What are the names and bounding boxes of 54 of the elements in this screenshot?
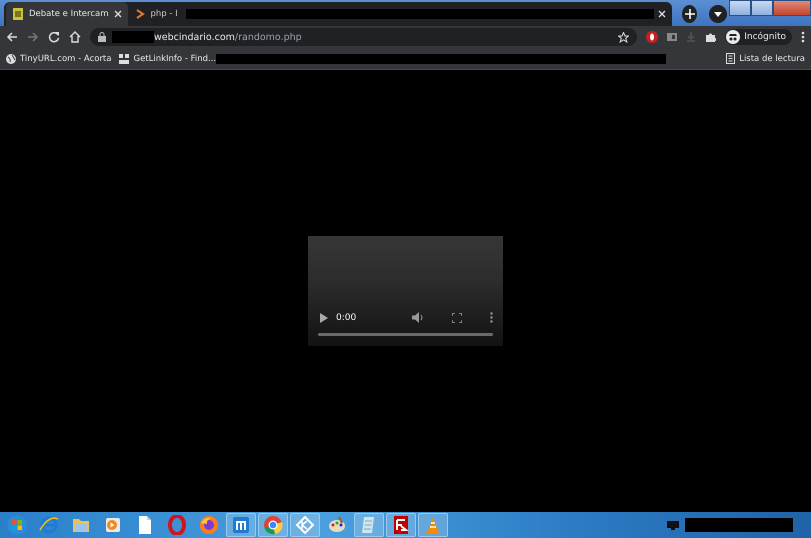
media-player-icon	[103, 515, 123, 535]
puzzle-icon[interactable]	[705, 32, 716, 42]
incognito-icon	[726, 30, 740, 44]
bookmark[interactable]: TinyURL.com - Acorta	[6, 54, 112, 64]
chrome-icon	[263, 515, 283, 535]
close-icon[interactable]	[658, 10, 666, 18]
star-icon[interactable]	[618, 32, 630, 42]
palette-icon	[327, 515, 347, 535]
new-tab-button[interactable]	[682, 5, 697, 23]
taskbar-button[interactable]	[386, 513, 416, 537]
browser-tab[interactable]: Debate e Intercam	[6, 2, 128, 26]
fz-square-icon	[391, 515, 411, 535]
page-icon	[12, 8, 24, 20]
taskbar-button[interactable]	[226, 513, 256, 537]
traffic-cone-icon	[423, 515, 443, 535]
minimize-button[interactable]	[729, 0, 751, 16]
reading-list-button[interactable]: Lista de lectura	[726, 53, 805, 64]
address-bar[interactable]: webcindario.com/randomo.php	[90, 28, 638, 46]
more-icon[interactable]	[490, 312, 493, 323]
video-player[interactable]: 0:00	[308, 236, 503, 346]
redaction-bar	[112, 31, 154, 43]
taskbar-button[interactable]	[258, 513, 288, 537]
extension-icon[interactable]	[646, 31, 658, 43]
network-icon[interactable]	[667, 520, 679, 530]
reload-icon[interactable]	[48, 31, 60, 43]
url-text: webcindario.com/randomo.php	[154, 32, 302, 42]
grid-icon	[119, 54, 130, 64]
video-time: 0:00	[336, 312, 356, 322]
start-orb-icon	[7, 515, 27, 535]
globe-icon	[6, 54, 16, 64]
list-icon	[726, 53, 736, 64]
back-icon[interactable]	[6, 31, 18, 43]
forward-icon[interactable]	[27, 31, 39, 43]
restore-button[interactable]	[751, 0, 773, 16]
m-square-icon	[231, 515, 251, 535]
more-icon[interactable]	[801, 31, 805, 43]
close-icon[interactable]	[114, 10, 122, 18]
incognito-button[interactable]: Incógnito	[725, 29, 792, 45]
volume-icon[interactable]	[412, 312, 424, 323]
diamond-icon	[295, 515, 315, 535]
fox-globe-icon	[199, 515, 219, 535]
progress-track[interactable]	[318, 333, 493, 336]
play-icon[interactable]	[320, 312, 328, 322]
bookmark[interactable]: GetLinkInfo - Find...	[119, 54, 216, 64]
letter-e-icon	[39, 515, 59, 535]
close-button[interactable]	[773, 0, 811, 16]
fullscreen-icon[interactable]	[452, 312, 462, 322]
code-icon	[134, 8, 146, 20]
plus-icon	[684, 9, 694, 19]
browser-tab[interactable]: php - I	[128, 2, 184, 26]
lock-icon	[98, 32, 106, 42]
tab-search-icon[interactable]	[709, 5, 727, 23]
home-icon[interactable]	[69, 31, 81, 43]
ring-icon	[167, 515, 187, 535]
